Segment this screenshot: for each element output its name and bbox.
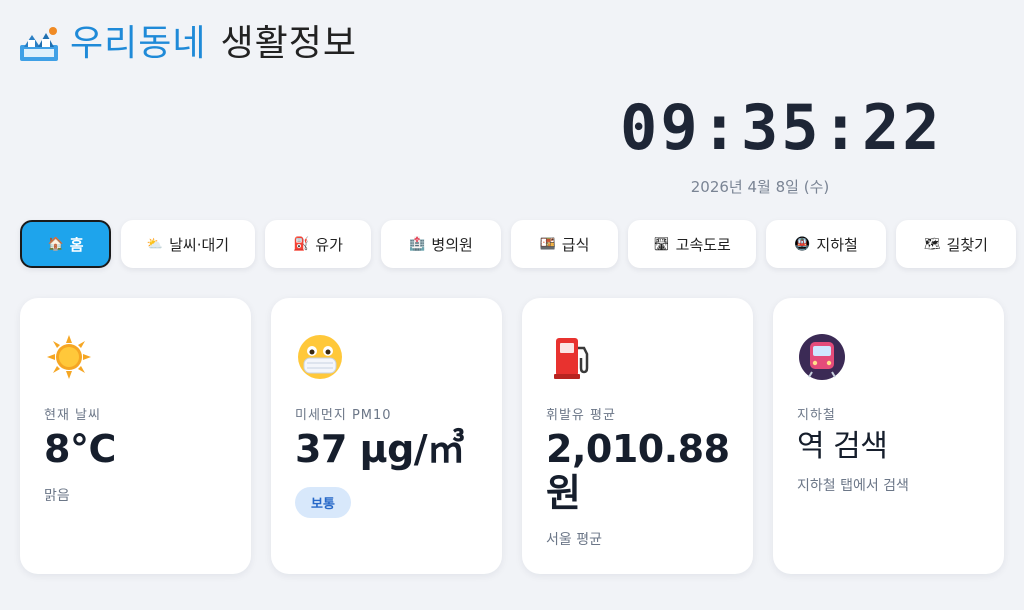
gasoline-price-unit: 원 xyxy=(546,471,581,515)
sun-icon xyxy=(47,335,91,379)
tab-directions[interactable]: 🗺 길찾기 xyxy=(896,220,1016,268)
tab-label: 급식 xyxy=(561,235,590,254)
pm10-value: 37 μg/㎥ xyxy=(295,427,465,471)
dust-label: 미세먼지 PM10 xyxy=(295,408,392,423)
tab-fuel[interactable]: ⛽ 유가 xyxy=(265,220,371,268)
tab-home[interactable]: 🏠 홈 xyxy=(20,220,111,268)
page: 우리동네 생활정보 09:35:22 2026년 4월 8일 (수) 🏠 홈 ⛅ … xyxy=(0,0,1024,610)
fuel-region: 서울 평균 xyxy=(546,532,602,548)
tab-meal[interactable]: 🍱 급식 xyxy=(511,220,618,268)
subway-icon: 🚇 xyxy=(794,236,811,252)
mask-face-icon xyxy=(298,335,342,379)
tab-hospital[interactable]: 🏥 병의원 xyxy=(381,220,501,268)
temperature-value: 8°C xyxy=(44,427,116,471)
fuel-icon: ⛽ xyxy=(293,236,310,252)
brand-header[interactable]: 우리동네 생활정보 xyxy=(18,22,357,66)
tab-label: 병의원 xyxy=(431,235,473,254)
weather-condition: 맑음 xyxy=(44,488,70,504)
tab-subway[interactable]: 🚇 지하철 xyxy=(766,220,886,268)
weather-card[interactable]: 현재 날씨 8°C 맑음 xyxy=(20,298,251,574)
subway-label: 지하철 xyxy=(797,408,836,423)
subway-card[interactable]: 지하철 역 검색 지하철 탭에서 검색 xyxy=(773,298,1004,574)
home-icon: 🏠 xyxy=(47,236,64,252)
weather-icon: ⛅ xyxy=(146,236,164,252)
house-map-icon xyxy=(20,27,58,61)
hospital-icon: 🏥 xyxy=(409,236,426,252)
tab-label: 날씨·대기 xyxy=(169,235,230,254)
tab-label: 홈 xyxy=(69,235,84,254)
digital-clock: 09:35:22 xyxy=(620,91,943,164)
map-icon: 🗺 xyxy=(924,236,941,252)
fuel-card[interactable]: 휘발유 평균 2,010.88 원 서울 평균 xyxy=(522,298,753,574)
fuel-pump-icon xyxy=(554,338,589,379)
app-title-rest: 생활정보 xyxy=(220,23,357,64)
dust-card[interactable]: 미세먼지 PM10 37 μg/㎥ 보통 xyxy=(271,298,502,574)
tab-highway[interactable]: 🛣 고속도로 xyxy=(628,220,756,268)
station-search-text: 역 검색 xyxy=(797,429,888,464)
weather-label: 현재 날씨 xyxy=(44,408,101,423)
tab-label: 지하철 xyxy=(816,235,858,254)
subway-hint: 지하철 탭에서 검색 xyxy=(797,478,909,494)
tab-label: 길찾기 xyxy=(946,235,988,254)
fuel-label: 휘발유 평균 xyxy=(546,408,616,423)
summary-cards: 현재 날씨 8°C 맑음 미세먼지 PM10 37 μg/㎥ 보통 휘발유 평균… xyxy=(20,298,1004,574)
tab-label: 유가 xyxy=(315,235,343,254)
main-tabs: 🏠 홈 ⛅ 날씨·대기 ⛽ 유가 🏥 병의원 🍱 급식 🛣 고속도로 🚇 지하철 xyxy=(20,220,1016,268)
meal-icon: 🍱 xyxy=(539,236,556,252)
tab-weather[interactable]: ⛅ 날씨·대기 xyxy=(121,220,255,268)
highway-icon: 🛣 xyxy=(653,236,670,252)
tab-label: 고속도로 xyxy=(675,235,731,254)
gasoline-price: 2,010.88 원 xyxy=(546,427,730,515)
app-title-highlight: 우리동네 xyxy=(70,23,207,64)
current-date: 2026년 4월 8일 (수) xyxy=(690,178,830,196)
status-badge: 보통 xyxy=(295,487,351,518)
gasoline-price-number: 2,010.88 xyxy=(546,427,730,471)
metro-icon xyxy=(799,334,845,380)
